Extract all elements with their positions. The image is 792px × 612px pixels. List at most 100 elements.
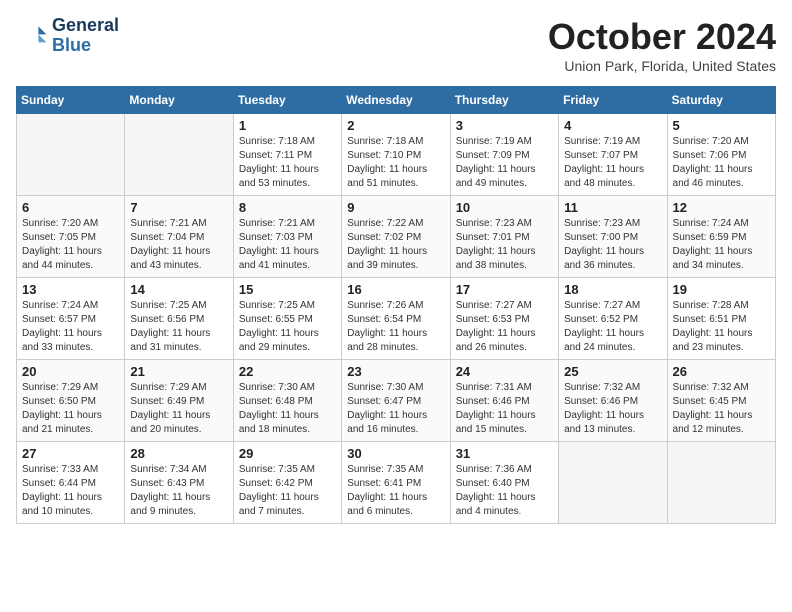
day-info: Sunrise: 7:24 AM Sunset: 6:57 PM Dayligh… bbox=[22, 299, 119, 355]
calendar-week-2: 6Sunrise: 7:20 AM Sunset: 7:05 PM Daylig… bbox=[17, 196, 776, 278]
day-number: 14 bbox=[130, 282, 227, 297]
day-info: Sunrise: 7:29 AM Sunset: 6:50 PM Dayligh… bbox=[22, 381, 119, 437]
day-info: Sunrise: 7:21 AM Sunset: 7:03 PM Dayligh… bbox=[239, 217, 336, 273]
day-info: Sunrise: 7:25 AM Sunset: 6:56 PM Dayligh… bbox=[130, 299, 227, 355]
day-info: Sunrise: 7:27 AM Sunset: 6:52 PM Dayligh… bbox=[564, 299, 661, 355]
header-wednesday: Wednesday bbox=[342, 87, 450, 114]
day-number: 6 bbox=[22, 200, 119, 215]
day-number: 30 bbox=[347, 446, 444, 461]
calendar-cell: 29 Sunrise: 7:35 AM Sunset: 6:42 PM Dayli… bbox=[233, 442, 341, 524]
day-info: Sunrise: 7:18 AM Sunset: 7:11 PM Dayligh… bbox=[239, 135, 336, 191]
calendar-cell: 30 Sunrise: 7:35 AM Sunset: 6:41 PM Dayli… bbox=[342, 442, 450, 524]
calendar-cell: 12 Sunrise: 7:24 AM Sunset: 6:59 PM Dayli… bbox=[667, 196, 775, 278]
day-number: 11 bbox=[564, 200, 661, 215]
month-title: October 2024 bbox=[548, 16, 776, 58]
day-number: 23 bbox=[347, 364, 444, 379]
day-info: Sunrise: 7:23 AM Sunset: 7:01 PM Dayligh… bbox=[456, 217, 553, 273]
day-number: 13 bbox=[22, 282, 119, 297]
calendar-cell: 23Sunrise: 7:30 AM Sunset: 6:47 PM Dayli… bbox=[342, 360, 450, 442]
calendar-week-4: 20 Sunrise: 7:29 AM Sunset: 6:50 PM Dayli… bbox=[17, 360, 776, 442]
day-number: 8 bbox=[239, 200, 336, 215]
day-info: Sunrise: 7:26 AM Sunset: 6:54 PM Dayligh… bbox=[347, 299, 444, 355]
calendar-week-1: 1 Sunrise: 7:18 AM Sunset: 7:11 PM Daylig… bbox=[17, 114, 776, 196]
day-number: 29 bbox=[239, 446, 336, 461]
day-info: Sunrise: 7:31 AM Sunset: 6:46 PM Dayligh… bbox=[456, 381, 553, 437]
calendar-cell: 11 Sunrise: 7:23 AM Sunset: 7:00 PM Dayli… bbox=[559, 196, 667, 278]
calendar-cell: 20 Sunrise: 7:29 AM Sunset: 6:50 PM Dayli… bbox=[17, 360, 125, 442]
day-info: Sunrise: 7:32 AM Sunset: 6:46 PM Dayligh… bbox=[564, 381, 661, 437]
day-info: Sunrise: 7:24 AM Sunset: 6:59 PM Dayligh… bbox=[673, 217, 770, 273]
day-number: 16 bbox=[347, 282, 444, 297]
calendar-cell: 26 Sunrise: 7:32 AM Sunset: 6:45 PM Dayli… bbox=[667, 360, 775, 442]
calendar-cell: 19Sunrise: 7:28 AM Sunset: 6:51 PM Dayli… bbox=[667, 278, 775, 360]
day-number: 4 bbox=[564, 118, 661, 133]
day-info: Sunrise: 7:21 AM Sunset: 7:04 PM Dayligh… bbox=[130, 217, 227, 273]
calendar-cell: 21Sunrise: 7:29 AM Sunset: 6:49 PM Dayli… bbox=[125, 360, 233, 442]
calendar-table: SundayMondayTuesdayWednesdayThursdayFrid… bbox=[16, 86, 776, 524]
calendar-cell: 5 Sunrise: 7:20 AM Sunset: 7:06 PM Daylig… bbox=[667, 114, 775, 196]
day-number: 7 bbox=[130, 200, 227, 215]
calendar-cell bbox=[125, 114, 233, 196]
day-number: 10 bbox=[456, 200, 553, 215]
logo-text-general: General bbox=[52, 16, 119, 36]
title-block: October 2024 Union Park, Florida, United… bbox=[548, 16, 776, 74]
calendar-cell: 1 Sunrise: 7:18 AM Sunset: 7:11 PM Daylig… bbox=[233, 114, 341, 196]
calendar-cell: 31Sunrise: 7:36 AM Sunset: 6:40 PM Dayli… bbox=[450, 442, 558, 524]
day-number: 26 bbox=[673, 364, 770, 379]
calendar-cell: 25 Sunrise: 7:32 AM Sunset: 6:46 PM Dayli… bbox=[559, 360, 667, 442]
calendar-cell: 24 Sunrise: 7:31 AM Sunset: 6:46 PM Dayli… bbox=[450, 360, 558, 442]
day-info: Sunrise: 7:35 AM Sunset: 6:42 PM Dayligh… bbox=[239, 463, 336, 519]
calendar-week-5: 27Sunrise: 7:33 AM Sunset: 6:44 PM Dayli… bbox=[17, 442, 776, 524]
day-number: 5 bbox=[673, 118, 770, 133]
page-header: General Blue October 2024 Union Park, Fl… bbox=[16, 16, 776, 74]
calendar-cell bbox=[667, 442, 775, 524]
day-number: 22 bbox=[239, 364, 336, 379]
day-number: 28 bbox=[130, 446, 227, 461]
day-number: 1 bbox=[239, 118, 336, 133]
calendar-cell: 6Sunrise: 7:20 AM Sunset: 7:05 PM Daylig… bbox=[17, 196, 125, 278]
calendar-cell bbox=[559, 442, 667, 524]
day-number: 24 bbox=[456, 364, 553, 379]
logo-text-blue: Blue bbox=[52, 36, 119, 56]
header-tuesday: Tuesday bbox=[233, 87, 341, 114]
header-friday: Friday bbox=[559, 87, 667, 114]
day-number: 12 bbox=[673, 200, 770, 215]
day-info: Sunrise: 7:33 AM Sunset: 6:44 PM Dayligh… bbox=[22, 463, 119, 519]
calendar-cell: 13 Sunrise: 7:24 AM Sunset: 6:57 PM Dayli… bbox=[17, 278, 125, 360]
day-info: Sunrise: 7:34 AM Sunset: 6:43 PM Dayligh… bbox=[130, 463, 227, 519]
calendar-cell: 10 Sunrise: 7:23 AM Sunset: 7:01 PM Dayli… bbox=[450, 196, 558, 278]
calendar-cell: 22Sunrise: 7:30 AM Sunset: 6:48 PM Dayli… bbox=[233, 360, 341, 442]
calendar-cell: 2 Sunrise: 7:18 AM Sunset: 7:10 PM Daylig… bbox=[342, 114, 450, 196]
header-sunday: Sunday bbox=[17, 87, 125, 114]
calendar-cell: 18Sunrise: 7:27 AM Sunset: 6:52 PM Dayli… bbox=[559, 278, 667, 360]
calendar-cell: 28 Sunrise: 7:34 AM Sunset: 6:43 PM Dayli… bbox=[125, 442, 233, 524]
day-info: Sunrise: 7:25 AM Sunset: 6:55 PM Dayligh… bbox=[239, 299, 336, 355]
calendar-cell: 15 Sunrise: 7:25 AM Sunset: 6:55 PM Dayli… bbox=[233, 278, 341, 360]
day-info: Sunrise: 7:19 AM Sunset: 7:07 PM Dayligh… bbox=[564, 135, 661, 191]
day-info: Sunrise: 7:18 AM Sunset: 7:10 PM Dayligh… bbox=[347, 135, 444, 191]
day-number: 2 bbox=[347, 118, 444, 133]
day-info: Sunrise: 7:19 AM Sunset: 7:09 PM Dayligh… bbox=[456, 135, 553, 191]
day-number: 3 bbox=[456, 118, 553, 133]
day-info: Sunrise: 7:20 AM Sunset: 7:06 PM Dayligh… bbox=[673, 135, 770, 191]
day-number: 20 bbox=[22, 364, 119, 379]
day-info: Sunrise: 7:27 AM Sunset: 6:53 PM Dayligh… bbox=[456, 299, 553, 355]
header-thursday: Thursday bbox=[450, 87, 558, 114]
day-info: Sunrise: 7:35 AM Sunset: 6:41 PM Dayligh… bbox=[347, 463, 444, 519]
day-number: 17 bbox=[456, 282, 553, 297]
calendar-week-3: 13 Sunrise: 7:24 AM Sunset: 6:57 PM Dayli… bbox=[17, 278, 776, 360]
calendar-cell: 7 Sunrise: 7:21 AM Sunset: 7:04 PM Daylig… bbox=[125, 196, 233, 278]
day-number: 15 bbox=[239, 282, 336, 297]
day-number: 25 bbox=[564, 364, 661, 379]
calendar-cell: 8 Sunrise: 7:21 AM Sunset: 7:03 PM Daylig… bbox=[233, 196, 341, 278]
day-number: 21 bbox=[130, 364, 227, 379]
calendar-cell: 14 Sunrise: 7:25 AM Sunset: 6:56 PM Dayli… bbox=[125, 278, 233, 360]
calendar-cell: 3 Sunrise: 7:19 AM Sunset: 7:09 PM Daylig… bbox=[450, 114, 558, 196]
calendar-cell: 27Sunrise: 7:33 AM Sunset: 6:44 PM Dayli… bbox=[17, 442, 125, 524]
day-info: Sunrise: 7:32 AM Sunset: 6:45 PM Dayligh… bbox=[673, 381, 770, 437]
calendar-cell: 9Sunrise: 7:22 AM Sunset: 7:02 PM Daylig… bbox=[342, 196, 450, 278]
calendar-header-row: SundayMondayTuesdayWednesdayThursdayFrid… bbox=[17, 87, 776, 114]
header-saturday: Saturday bbox=[667, 87, 775, 114]
day-info: Sunrise: 7:23 AM Sunset: 7:00 PM Dayligh… bbox=[564, 217, 661, 273]
logo: General Blue bbox=[16, 16, 119, 56]
